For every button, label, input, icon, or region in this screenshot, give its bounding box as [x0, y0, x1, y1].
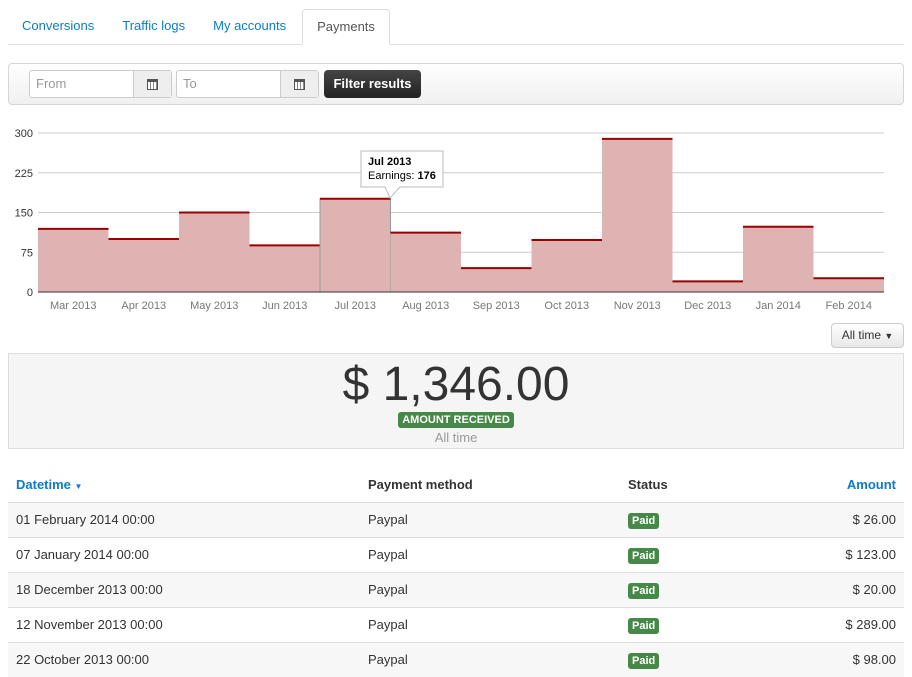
bar [461, 268, 532, 292]
status-badge: Paid [628, 653, 660, 670]
table-row: 22 October 2013 00:00 Paypal Paid $ 98.0… [8, 641, 904, 677]
amount-cell: $ 123.00 [749, 536, 904, 572]
method-cell: Paypal [360, 501, 620, 537]
status-badge: Paid [628, 618, 660, 634]
method-cell: Paypal [360, 536, 620, 572]
payments-table: Datetime ▼ Payment method Status Amount … [8, 467, 904, 677]
bar [531, 240, 602, 292]
status-badge: Paid [628, 548, 660, 564]
tabs-bar: Conversions Traffic logs My accounts Pay… [8, 9, 904, 45]
bar [743, 226, 814, 292]
earnings-chart: 0 75 150 225 300 Mar 2013 Apr 2013 May 2013 Jun … [15, 128, 884, 312]
y-tick-label: 0 [27, 287, 33, 299]
bar [38, 228, 109, 292]
x-tick-label: Dec 2013 [684, 300, 731, 312]
table-row: 12 November 2013 00:00 Paypal Paid $ 289… [8, 606, 904, 642]
y-tick-label: 225 [15, 168, 33, 180]
summary-period: All time [434, 430, 478, 445]
calendar-icon [147, 78, 158, 90]
bar [319, 198, 391, 293]
tooltip-title: Jul 2013 [368, 156, 411, 168]
x-tick-label: May 2013 [190, 300, 238, 312]
col-payment-method: Payment method [360, 467, 620, 503]
amount-received-badge: AMOUNT RECEIVED [398, 412, 514, 428]
total-amount: $ 1,346.00 [342, 358, 570, 411]
col-amount[interactable]: Amount [749, 467, 904, 503]
status-cell: Paid [620, 571, 750, 607]
x-tick-label: Jun 2013 [262, 300, 307, 312]
amount-cell: $ 26.00 [749, 501, 904, 537]
method-cell: Paypal [360, 641, 620, 677]
status-badge: Paid [628, 583, 660, 599]
from-date-input[interactable]: From [29, 70, 172, 98]
tab-payments[interactable]: Payments [302, 9, 390, 45]
amount-cell: $ 289.00 [749, 606, 904, 642]
tab-conversions[interactable]: Conversions [8, 9, 108, 44]
x-tick-label: Nov 2013 [614, 300, 661, 312]
sort-caret-icon: ▼ [74, 481, 83, 491]
x-tick-label: Jul 2013 [334, 300, 376, 312]
tab-traffic-logs[interactable]: Traffic logs [108, 9, 199, 44]
col-status: Status [620, 467, 750, 503]
bar [813, 278, 884, 292]
to-date-input[interactable]: To [176, 70, 319, 98]
y-tick-label: 150 [15, 208, 33, 220]
bar [390, 232, 461, 292]
filter-bar: From To Filter results [8, 63, 904, 105]
status-cell: Paid [620, 641, 750, 677]
x-tick-label: Feb 2014 [826, 300, 872, 312]
datetime-cell: 12 November 2013 00:00 [8, 606, 360, 642]
to-calendar-button[interactable] [280, 71, 318, 97]
x-tick-label: Oct 2013 [544, 300, 589, 312]
table-row: 01 February 2014 00:00 Paypal Paid $ 26.… [8, 501, 904, 537]
datetime-cell: 07 January 2014 00:00 [8, 536, 360, 572]
y-tick-label: 75 [21, 247, 33, 259]
datetime-cell: 18 December 2013 00:00 [8, 571, 360, 607]
bar [602, 138, 673, 292]
x-tick-label: Mar 2013 [50, 300, 96, 312]
x-tick-label: Aug 2013 [402, 300, 449, 312]
tab-my-accounts[interactable]: My accounts [199, 9, 300, 44]
bar [108, 239, 179, 292]
y-tick-label: 300 [15, 128, 33, 140]
bar [179, 212, 250, 292]
table-row: 18 December 2013 00:00 Paypal Paid $ 20.… [8, 571, 904, 607]
table-row: 07 January 2014 00:00 Paypal Paid $ 123.… [8, 536, 904, 572]
status-cell: Paid [620, 501, 750, 537]
method-cell: Paypal [360, 606, 620, 642]
bar [249, 245, 320, 292]
status-badge: Paid [628, 513, 660, 529]
x-tick-label: Sep 2013 [473, 300, 520, 312]
x-tick-label: Jan 2014 [756, 300, 801, 312]
datetime-cell: 22 October 2013 00:00 [8, 641, 360, 677]
bar [672, 281, 743, 292]
amount-cell: $ 98.00 [749, 641, 904, 677]
calendar-icon [294, 78, 305, 90]
method-cell: Paypal [360, 571, 620, 607]
caret-down-icon: ▼ [884, 331, 894, 341]
summary-panel: $ 1,346.00 AMOUNT RECEIVED All time [8, 353, 904, 449]
status-cell: Paid [620, 606, 750, 642]
x-tick-label: Apr 2013 [121, 300, 166, 312]
amount-cell: $ 20.00 [749, 571, 904, 607]
datetime-cell: 01 February 2014 00:00 [8, 501, 360, 537]
col-datetime[interactable]: Datetime ▼ [8, 467, 360, 503]
from-calendar-button[interactable] [133, 71, 171, 97]
range-dropdown[interactable]: All time ▼ [831, 323, 904, 348]
tooltip-text: Earnings: 176 [368, 170, 436, 182]
status-cell: Paid [620, 536, 750, 572]
filter-results-button[interactable]: Filter results [324, 70, 421, 98]
